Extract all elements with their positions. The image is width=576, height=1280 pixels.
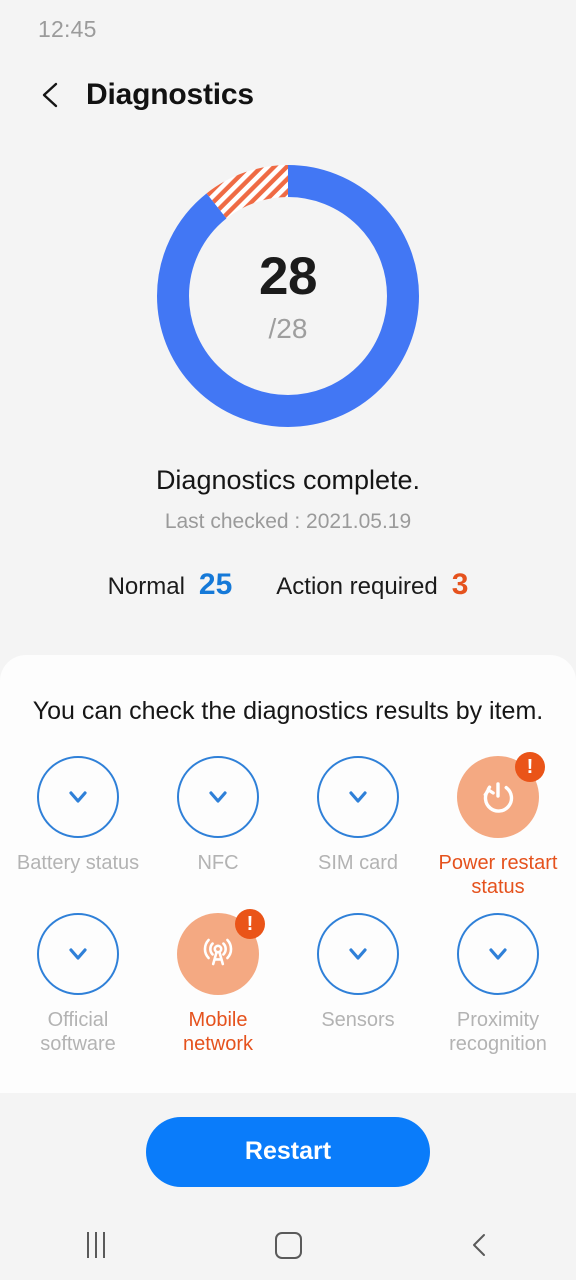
diagnostics-item[interactable]: SIM card: [288, 756, 428, 899]
item-icon-holder: !: [177, 913, 259, 995]
recents-glyph: [87, 1232, 105, 1258]
home-icon[interactable]: [243, 1217, 333, 1273]
normal-value: 25: [199, 568, 232, 602]
chevron-check-icon: [317, 913, 399, 995]
chevron-check-icon: [37, 756, 119, 838]
item-label: Officialsoftware: [40, 1009, 116, 1056]
chevron-check-icon: [317, 756, 399, 838]
summary-section: Diagnostics complete. Last checked : 202…: [0, 465, 576, 602]
item-label: Battery status: [17, 852, 139, 876]
alert-badge-icon: !: [515, 752, 545, 782]
item-icon-holder: [177, 756, 259, 838]
item-label: NFC: [197, 852, 238, 876]
status-time: 12:45: [38, 16, 97, 43]
item-icon-holder: [317, 913, 399, 995]
diagnostics-item[interactable]: Sensors: [288, 913, 428, 1056]
item-icon-holder: [37, 913, 119, 995]
action-required-label: Action required: [276, 573, 437, 601]
diagnostics-item[interactable]: Officialsoftware: [8, 913, 148, 1056]
home-glyph: [275, 1232, 302, 1259]
back-chevron-icon[interactable]: [34, 78, 68, 112]
item-icon-holder: [457, 913, 539, 995]
diagnostics-item[interactable]: Proximityrecognition: [428, 913, 568, 1056]
counts-row: Normal 25 Action required 3: [0, 568, 576, 602]
page-title: Diagnostics: [86, 78, 254, 112]
status-bar: 12:45: [0, 0, 576, 58]
card-heading: You can check the diagnostics results by…: [0, 697, 576, 726]
normal-count-group: Normal 25: [108, 568, 233, 602]
item-label: SIM card: [318, 852, 398, 876]
back-icon[interactable]: [435, 1217, 525, 1273]
chevron-check-icon: [457, 913, 539, 995]
item-label: Mobilenetwork: [183, 1009, 253, 1056]
summary-title: Diagnostics complete.: [0, 465, 576, 496]
footer-action-area: Restart: [0, 1093, 576, 1210]
diagnostics-item[interactable]: ! Mobilenetwork: [148, 913, 288, 1056]
item-label: Sensors: [321, 1009, 394, 1033]
chevron-check-icon: [37, 913, 119, 995]
diagnostics-item[interactable]: NFC: [148, 756, 288, 899]
item-icon-holder: [317, 756, 399, 838]
donut-graphic: 28 /28: [157, 165, 419, 427]
item-icon-holder: !: [457, 756, 539, 838]
system-nav-bar: [0, 1210, 576, 1280]
action-required-value: 3: [452, 568, 469, 602]
back-glyph: [467, 1232, 493, 1258]
diagnostics-item-grid: Battery status NFC SIM card! Power restarts…: [0, 756, 576, 1056]
action-required-count-group: Action required 3: [276, 568, 468, 602]
diagnostics-item[interactable]: ! Power restartstatus: [428, 756, 568, 899]
app-bar: Diagnostics: [0, 58, 576, 132]
results-card: You can check the diagnostics results by…: [0, 655, 576, 1093]
item-label: Power restartstatus: [439, 852, 558, 899]
chevron-check-icon: [177, 756, 259, 838]
diagnostics-item[interactable]: Battery status: [8, 756, 148, 899]
alert-badge-icon: !: [235, 909, 265, 939]
item-icon-holder: [37, 756, 119, 838]
recents-icon[interactable]: [51, 1217, 141, 1273]
restart-button[interactable]: Restart: [146, 1117, 430, 1187]
normal-label: Normal: [108, 573, 185, 601]
last-checked-text: Last checked : 2021.05.19: [0, 510, 576, 534]
diagnostics-donut-chart: 28 /28: [0, 165, 576, 427]
item-label: Proximityrecognition: [449, 1009, 547, 1056]
